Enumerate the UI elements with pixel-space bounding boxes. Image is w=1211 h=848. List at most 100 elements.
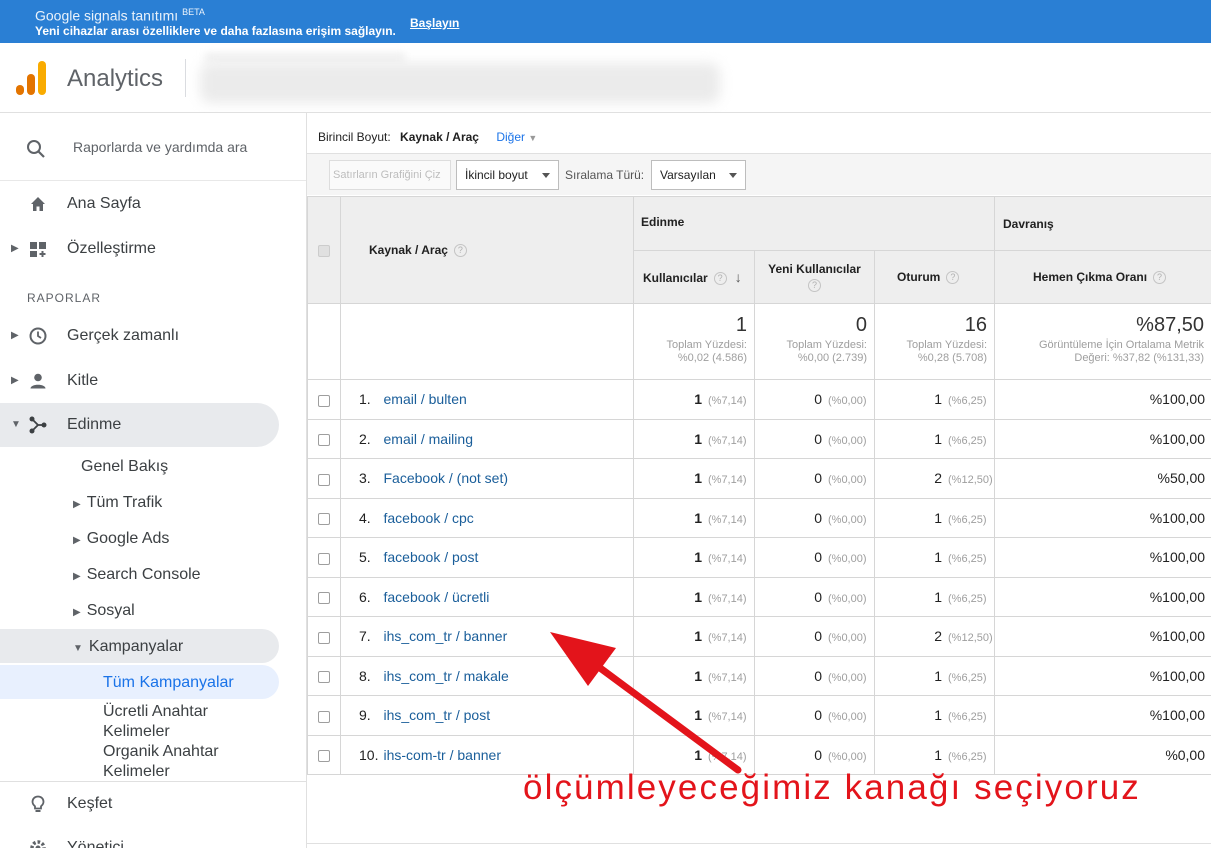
- row-checkbox-cell[interactable]: [307, 458, 341, 499]
- users-cell: 1 (%7,14): [633, 616, 755, 657]
- source-medium-link[interactable]: Facebook / (not set): [384, 470, 509, 486]
- sidebar-item-admin[interactable]: Yönetici: [0, 829, 306, 848]
- new-users-value: 0: [814, 391, 822, 408]
- help-icon[interactable]: ?: [808, 279, 821, 292]
- plot-rows-button[interactable]: Satırların Grafiğini Çiz: [329, 160, 451, 190]
- get-started-link[interactable]: Başlayın: [410, 16, 459, 30]
- source-medium-link[interactable]: facebook / cpc: [384, 510, 474, 526]
- source-medium-link[interactable]: ihs-com-tr / banner: [384, 747, 501, 763]
- app-name: Analytics: [67, 65, 164, 92]
- row-dimension-cell: email / bulten: [383, 379, 634, 420]
- table-row: 1. email / bulten 1 (%7,14) 0 (%0,00) 1 (%6,25)…: [307, 379, 1211, 420]
- users-header[interactable]: Kullanıcılar? ↓: [633, 250, 755, 304]
- total-bounce-cell: %87,50 Görüntüleme İçin Ortalama Metrik De…: [994, 303, 1211, 380]
- row-checkbox-cell[interactable]: [307, 576, 341, 617]
- row-index: 6.: [340, 576, 384, 617]
- source-medium-link[interactable]: ihs_com_tr / post: [384, 707, 491, 723]
- sidebar-item-audience[interactable]: ▶ Kitle: [0, 362, 306, 400]
- primary-dimension-bar: Birincil Boyut: Kaynak / Araç Diğer ▼: [318, 130, 537, 144]
- row-checkbox[interactable]: [318, 513, 330, 526]
- sessions-value: 1: [934, 588, 943, 605]
- row-checkbox-cell[interactable]: [307, 537, 341, 578]
- sidebar-item-label: Özelleştirme: [67, 240, 156, 257]
- dimension-header[interactable]: Kaynak / Araç?: [340, 196, 634, 304]
- users-cell: 1 (%7,14): [633, 576, 755, 617]
- sidebar-item-all-traffic[interactable]: ▶ Tüm Trafik: [73, 494, 162, 512]
- sort-desc-arrow-icon[interactable]: ↓: [735, 269, 742, 285]
- row-dimension-cell: ihs_com_tr / banner: [383, 616, 634, 657]
- row-checkbox-cell[interactable]: [307, 695, 341, 736]
- sort-type-dropdown[interactable]: Varsayılan: [651, 160, 746, 190]
- sidebar-item-acquisition[interactable]: ▼ Edinme: [0, 403, 279, 447]
- source-medium-link[interactable]: ihs_com_tr / banner: [384, 628, 508, 644]
- new-users-header-label: Yeni Kullanıcılar: [768, 262, 861, 276]
- sidebar-item-paid-keywords[interactable]: Ücretli Anahtar Kelimeler: [103, 702, 208, 742]
- select-all-cell[interactable]: [307, 196, 341, 304]
- row-checkbox[interactable]: [318, 434, 330, 447]
- source-medium-link[interactable]: facebook / ücretli: [384, 589, 490, 605]
- row-index: 1.: [340, 379, 384, 420]
- row-checkbox[interactable]: [318, 473, 330, 486]
- sidebar-search[interactable]: Raporlarda ve yardımda ara: [0, 113, 306, 181]
- row-checkbox-cell[interactable]: [307, 497, 341, 538]
- source-medium-link[interactable]: email / mailing: [384, 431, 473, 447]
- row-checkbox[interactable]: [318, 710, 330, 723]
- table-group-header-row: Kaynak / Araç? Edinme Davranış: [307, 196, 1211, 304]
- sidebar-item-social[interactable]: ▶ Sosyal: [73, 602, 135, 620]
- sidebar-item-all-campaigns[interactable]: Tüm Kampanyalar: [0, 665, 279, 699]
- row-checkbox-cell[interactable]: [307, 616, 341, 657]
- other-dimension-dropdown[interactable]: Diğer ▼: [496, 130, 537, 144]
- sidebar-item-label: Ana Sayfa: [67, 195, 141, 212]
- sidebar-item-organic-keywords[interactable]: Organik Anahtar Kelimeler: [103, 742, 219, 782]
- sidebar-item-google-ads[interactable]: ▶ Google Ads: [73, 530, 169, 548]
- sessions-value: 1: [934, 509, 943, 526]
- blurred-property-selector[interactable]: [200, 63, 720, 103]
- row-checkbox-cell[interactable]: [307, 734, 341, 775]
- row-checkbox[interactable]: [318, 671, 330, 684]
- help-icon[interactable]: ?: [713, 272, 727, 286]
- total-users-caption: Toplam Yüzdesi:: [666, 339, 747, 351]
- row-checkbox[interactable]: [318, 631, 330, 644]
- bounce-rate-header[interactable]: Hemen Çıkma Oranı?: [994, 250, 1211, 304]
- sidebar-item-overview[interactable]: Genel Bakış: [81, 458, 168, 476]
- row-dimension-cell: Facebook / (not set): [383, 458, 634, 499]
- search-input[interactable]: Raporlarda ve yardımda ara: [73, 139, 247, 155]
- users-percent: (%7,14): [708, 592, 747, 605]
- reports-section-label: RAPORLAR: [27, 291, 102, 305]
- acquisition-group-header: Edinme: [632, 196, 996, 251]
- select-all-checkbox[interactable]: [318, 244, 330, 257]
- clock-icon: [29, 327, 47, 345]
- source-medium-link[interactable]: email / bulten: [384, 391, 467, 407]
- secondary-dimension-dropdown[interactable]: İkincil boyut: [456, 160, 559, 190]
- users-percent: (%7,14): [708, 434, 747, 447]
- row-checkbox[interactable]: [318, 750, 330, 763]
- primary-dimension-value[interactable]: Kaynak / Araç: [400, 130, 479, 144]
- help-icon[interactable]: ?: [1153, 271, 1167, 285]
- row-checkbox[interactable]: [318, 552, 330, 565]
- row-checkbox[interactable]: [318, 592, 330, 605]
- new-users-percent: (%0,00): [828, 711, 867, 724]
- row-checkbox-cell[interactable]: [307, 379, 341, 420]
- sidebar-item-customization[interactable]: ▶ Özelleştirme: [0, 230, 306, 268]
- sidebar-item-campaigns[interactable]: ▼ Kampanyalar: [0, 629, 279, 663]
- sidebar-item-label: Search Console: [86, 566, 201, 583]
- row-checkbox-cell[interactable]: [307, 655, 341, 696]
- row-checkbox[interactable]: [318, 394, 330, 407]
- source-medium-link[interactable]: ihs_com_tr / makale: [384, 668, 509, 684]
- help-icon[interactable]: ?: [453, 244, 467, 258]
- users-value: 1: [694, 746, 702, 763]
- row-checkbox-cell[interactable]: [307, 418, 341, 459]
- sidebar-item-search-console[interactable]: ▶ Search Console: [73, 566, 201, 584]
- sidebar-item-realtime[interactable]: ▶ Gerçek zamanlı: [0, 317, 306, 355]
- sessions-header[interactable]: Oturum?: [873, 250, 996, 304]
- caret-right-icon: ▶: [73, 535, 81, 546]
- bounce-rate-cell: %100,00: [994, 616, 1211, 657]
- new-users-value: 0: [814, 667, 822, 684]
- sidebar-item-discover[interactable]: Keşfet: [0, 785, 306, 823]
- behavior-group-header: Davranış: [994, 196, 1211, 251]
- new-users-percent: (%0,00): [828, 553, 867, 566]
- new-users-header[interactable]: Yeni Kullanıcılar?: [754, 250, 875, 304]
- source-medium-link[interactable]: facebook / post: [384, 549, 479, 565]
- sidebar-item-home[interactable]: Ana Sayfa: [0, 185, 306, 223]
- help-icon[interactable]: ?: [946, 271, 960, 285]
